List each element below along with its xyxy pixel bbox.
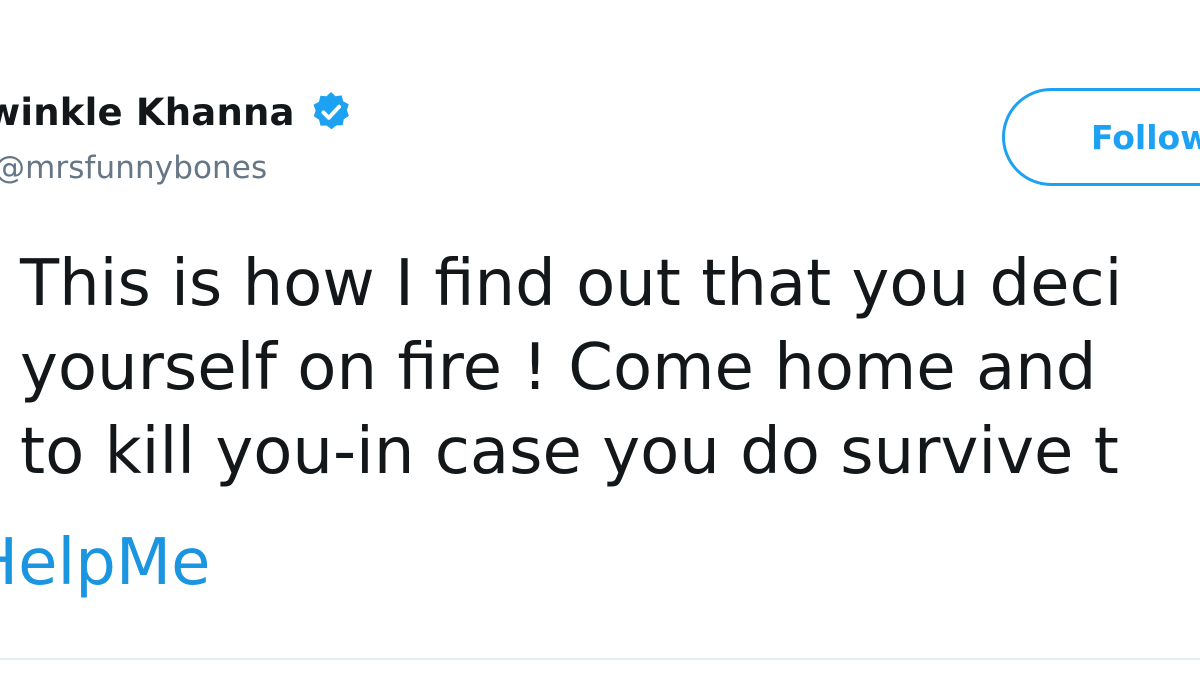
- tweet-text: This is how I find out that you deci you…: [20, 242, 1200, 494]
- tweet-author: winkle Khanna @mrsfunnybones: [0, 80, 900, 200]
- tweet-text-line-3: to kill you-in case you do survive t: [20, 415, 1119, 489]
- display-name-row[interactable]: winkle Khanna: [0, 84, 353, 140]
- verified-badge-icon: [309, 90, 353, 134]
- tweet-card: winkle Khanna @mrsfunnybones Follow This…: [0, 0, 1200, 675]
- display-name[interactable]: winkle Khanna: [0, 91, 295, 134]
- follow-button[interactable]: Follow: [1002, 88, 1200, 186]
- user-handle[interactable]: @mrsfunnybones: [0, 150, 267, 186]
- hashtag-link[interactable]: HelpMe: [0, 521, 211, 605]
- tweet-text-line-2: yourself on fire ! Come home and: [20, 331, 1097, 405]
- tweet-text-line-1: This is how I find out that you deci: [20, 247, 1123, 321]
- divider: [0, 658, 1200, 660]
